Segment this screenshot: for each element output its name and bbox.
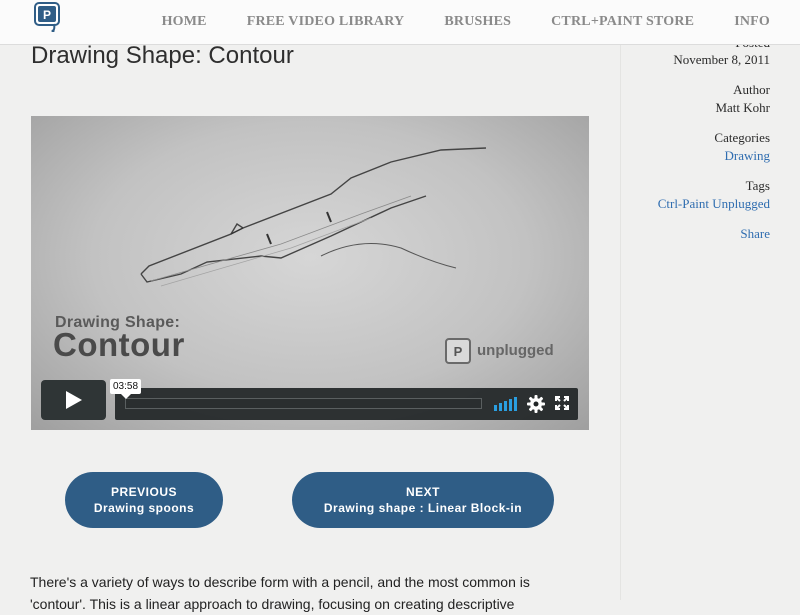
duration-badge: 03:58: [110, 379, 141, 394]
post-date: November 8, 2011: [673, 52, 770, 67]
volume-icon[interactable]: [494, 397, 520, 411]
duration-badge-pointer: [121, 394, 131, 399]
svg-text:P: P: [43, 8, 51, 22]
nav-brushes[interactable]: BRUSHES: [444, 14, 511, 30]
svg-text:P: P: [454, 344, 463, 359]
category-link-drawing[interactable]: Drawing: [725, 148, 771, 164]
main-nav: HOME FREE VIDEO LIBRARY BRUSHES CTRL+PAI…: [162, 0, 800, 44]
post-meta-sidebar: Posted November 8, 2011 Author Matt Kohr…: [621, 36, 771, 600]
tags-label: Tags: [745, 178, 770, 193]
nav-home[interactable]: HOME: [162, 14, 207, 30]
play-button[interactable]: [41, 380, 106, 420]
tag-link-ctrl-paint-unplugged[interactable]: Ctrl-Paint Unplugged: [658, 196, 770, 212]
next-label: NEXT: [405, 485, 440, 499]
nav-free-video-library[interactable]: FREE VIDEO LIBRARY: [247, 14, 405, 30]
author-name: Matt Kohr: [715, 100, 770, 115]
nav-store[interactable]: CTRL+PAINT STORE: [551, 14, 694, 30]
player-control-bar: [115, 388, 578, 420]
unplugged-logo-icon: P: [445, 338, 471, 364]
video-player[interactable]: Drawing Shape: Contour P unplugged 03:58: [31, 116, 589, 430]
logo-icon[interactable]: P: [34, 2, 64, 32]
site-header: P HOME FREE VIDEO LIBRARY BRUSHES CTRL+P…: [0, 0, 800, 45]
previous-title: Drawing spoons: [93, 501, 195, 515]
video-overlay-title: Contour: [53, 326, 185, 363]
gear-icon[interactable]: [527, 395, 545, 413]
previous-post-button[interactable]: PREVIOUS Drawing spoons: [65, 472, 223, 528]
play-icon: [66, 391, 82, 409]
previous-label: PREVIOUS: [110, 485, 177, 499]
post-intro-paragraph: There's a variety of ways to describe fo…: [30, 574, 530, 612]
categories-label: Categories: [714, 130, 770, 145]
progress-bar[interactable]: [125, 398, 482, 409]
author-label: Author: [733, 82, 770, 97]
next-post-button[interactable]: NEXT Drawing shape : Linear Block-in: [292, 472, 554, 528]
unplugged-brand-text: unplugged: [477, 342, 554, 359]
share-link[interactable]: Share: [740, 226, 770, 242]
next-title: Drawing shape : Linear Block-in: [323, 501, 523, 515]
page-title: Drawing Shape: Contour: [31, 42, 294, 69]
fullscreen-icon[interactable]: [555, 396, 569, 410]
nav-info[interactable]: INFO: [734, 14, 770, 30]
